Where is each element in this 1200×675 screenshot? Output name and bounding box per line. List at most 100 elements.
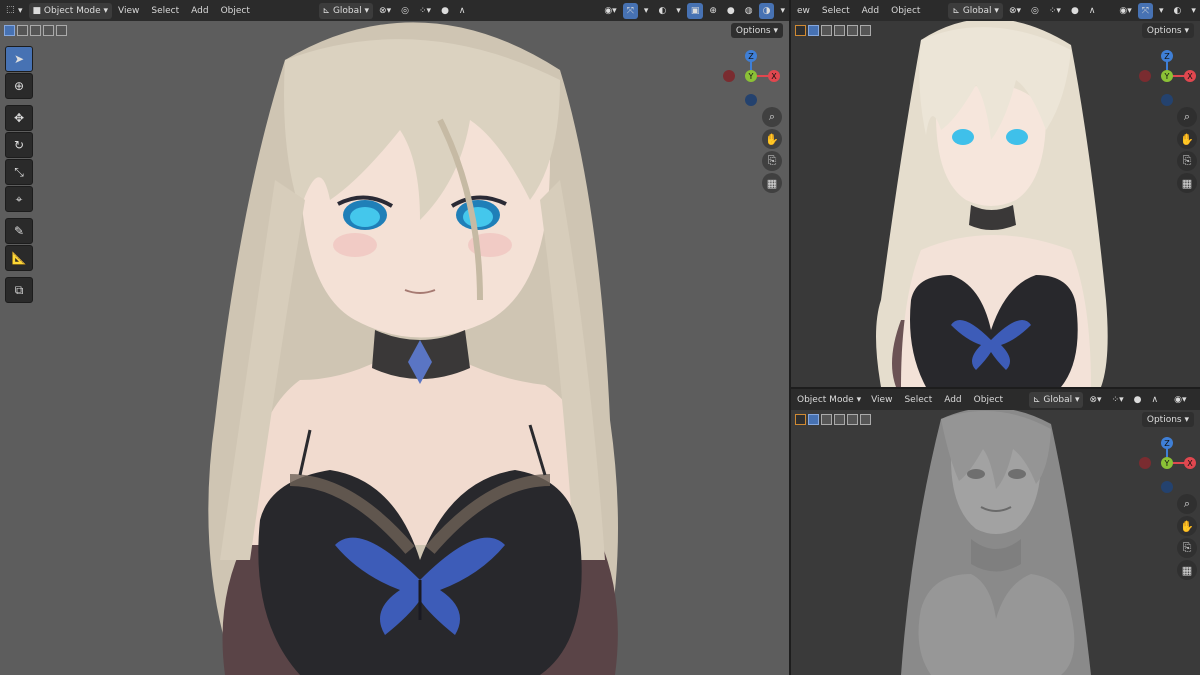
visibility-dropdown[interactable]: ◉ ▾ <box>1170 392 1190 408</box>
pivot-dropdown[interactable]: ⊗ ▾ <box>1085 392 1105 408</box>
zoom-button[interactable]: ⌕ <box>762 107 782 127</box>
falloff-dropdown[interactable]: ∧ <box>1085 3 1100 19</box>
gizmo-neg-x-axis[interactable] <box>1139 457 1151 469</box>
select-invert-icon[interactable] <box>43 24 54 36</box>
gizmo-dropdown[interactable]: ▾ <box>1155 3 1168 19</box>
gizmo-dropdown[interactable]: ▾ <box>640 3 653 19</box>
ortho-toggle-button[interactable]: ▦ <box>762 173 782 193</box>
options-dropdown[interactable]: Options ▾ <box>730 23 783 38</box>
proportional-edit-toggle[interactable]: ● <box>1130 392 1146 408</box>
ortho-toggle-button[interactable]: ▦ <box>1177 173 1197 193</box>
proportional-edit-toggle[interactable]: ● <box>437 3 453 19</box>
proportional-edit-toggle[interactable]: ● <box>1067 3 1083 19</box>
editor-type-dropdown[interactable]: ⬚ ▾ <box>2 3 27 19</box>
pan-button[interactable]: ✋ <box>762 129 782 149</box>
mode-dropdown[interactable]: ■ Object Mode ▾ <box>28 2 112 19</box>
select-new-icon[interactable] <box>808 24 819 36</box>
navigation-gizmo[interactable]: Z Y X <box>1136 48 1198 108</box>
menu-object[interactable]: Object <box>215 6 256 16</box>
shading-solid[interactable]: ● <box>723 3 739 19</box>
gizmo-toggle[interactable]: ⤧ <box>622 2 638 19</box>
select-subtract-icon[interactable] <box>834 24 845 36</box>
xray-toggle[interactable]: ▣ <box>686 2 704 19</box>
select-subtract-icon[interactable] <box>834 413 845 425</box>
overlay-dropdown[interactable]: ▾ <box>1187 3 1200 19</box>
mode-dropdown[interactable]: Object Mode ▾ <box>793 392 865 408</box>
select-new-icon[interactable] <box>808 413 819 425</box>
select-invert-icon[interactable] <box>847 413 858 425</box>
transform-tool[interactable]: ⌖ <box>5 186 33 212</box>
select-intersect-icon[interactable] <box>860 24 871 36</box>
top-right-viewport[interactable]: ew Select Add Object ⊾ Global ▾ ⊗ ▾ ◎ ⁘ … <box>791 0 1200 387</box>
gizmo-neg-x-axis[interactable] <box>723 70 735 82</box>
move-tool[interactable]: ✥ <box>5 105 33 131</box>
select-invert-icon[interactable] <box>847 24 858 36</box>
select-extend-icon[interactable] <box>821 413 832 425</box>
gizmo-neg-z-axis[interactable] <box>1161 94 1173 106</box>
camera-view-button[interactable]: ⎘ <box>1177 538 1197 558</box>
select-new-icon[interactable] <box>4 24 15 36</box>
select-box-tool[interactable]: ➤ <box>5 46 33 72</box>
annotate-tool[interactable]: ✎ <box>5 218 33 244</box>
zoom-button[interactable]: ⌕ <box>1177 494 1197 514</box>
menu-view[interactable]: View <box>112 6 145 16</box>
menu-select[interactable]: Select <box>898 395 938 405</box>
shading-rendered[interactable]: ◑ <box>758 2 775 19</box>
select-extend-icon[interactable] <box>17 24 28 36</box>
cursor-tool[interactable]: ⊕ <box>5 73 33 99</box>
options-dropdown[interactable]: Options ▾ <box>1141 412 1194 427</box>
gizmo-toggle[interactable]: ⤧ <box>1137 2 1153 19</box>
visibility-dropdown[interactable]: ◉ ▾ <box>1115 3 1135 19</box>
menu-add[interactable]: Add <box>938 395 967 405</box>
menu-add[interactable]: Add <box>856 6 885 16</box>
select-intersect-icon[interactable] <box>56 24 67 36</box>
shading-dropdown[interactable]: ▾ <box>776 3 789 19</box>
snap-target-dropdown[interactable]: ⁘ ▾ <box>415 3 435 19</box>
play-icon[interactable] <box>795 24 806 36</box>
menu-add[interactable]: Add <box>185 6 214 16</box>
camera-view-button[interactable]: ⎘ <box>762 151 782 171</box>
shading-wireframe[interactable]: ⊕ <box>705 3 721 19</box>
ortho-toggle-button[interactable]: ▦ <box>1177 560 1197 580</box>
menu-select[interactable]: Select <box>145 6 185 16</box>
shading-material[interactable]: ◍ <box>741 3 757 19</box>
snap-target-dropdown[interactable]: ⁘ ▾ <box>1045 3 1065 19</box>
menu-object[interactable]: Object <box>885 6 926 16</box>
select-subtract-icon[interactable] <box>30 24 41 36</box>
main-viewport[interactable]: ⬚ ▾ ■ Object Mode ▾ View Select Add Obje… <box>0 0 789 675</box>
menu-object[interactable]: Object <box>968 395 1009 405</box>
select-intersect-icon[interactable] <box>860 413 871 425</box>
falloff-dropdown[interactable]: ∧ <box>1148 392 1163 408</box>
play-icon[interactable] <box>795 413 806 425</box>
falloff-dropdown[interactable]: ∧ <box>455 3 470 19</box>
overlay-dropdown[interactable]: ▾ <box>672 3 685 19</box>
transform-orientation-dropdown[interactable]: ⊾ Global ▾ <box>948 2 1003 19</box>
pivot-dropdown[interactable]: ⊗ ▾ <box>1005 3 1025 19</box>
gizmo-neg-x-axis[interactable] <box>1139 70 1151 82</box>
add-cube-tool[interactable]: ⧉ <box>5 277 33 303</box>
visibility-dropdown[interactable]: ◉ ▾ <box>600 3 620 19</box>
camera-view-button[interactable]: ⎘ <box>1177 151 1197 171</box>
overlay-toggle[interactable]: ◐ <box>1170 3 1186 19</box>
select-extend-icon[interactable] <box>821 24 832 36</box>
transform-orientation-dropdown[interactable]: ⊾ Global ▾ <box>318 2 374 19</box>
snap-toggle[interactable]: ◎ <box>397 3 413 19</box>
menu-view[interactable]: View <box>865 395 898 405</box>
measure-tool[interactable]: 📐 <box>5 245 33 271</box>
rotate-tool[interactable]: ↻ <box>5 132 33 158</box>
bottom-right-viewport[interactable]: Object Mode ▾ View Select Add Object ⊾ G… <box>791 389 1200 675</box>
menu-view-truncated[interactable]: ew <box>791 6 816 16</box>
zoom-button[interactable]: ⌕ <box>1177 107 1197 127</box>
overlay-toggle[interactable]: ◐ <box>654 3 670 19</box>
transform-orientation-dropdown[interactable]: ⊾ Global ▾ <box>1028 391 1084 408</box>
menu-select[interactable]: Select <box>816 6 856 16</box>
options-dropdown[interactable]: Options ▾ <box>1141 23 1194 38</box>
navigation-gizmo[interactable]: Z Y X <box>1136 435 1198 495</box>
pan-button[interactable]: ✋ <box>1177 516 1197 536</box>
navigation-gizmo[interactable]: Z Y X <box>720 48 782 108</box>
snap-toggle[interactable]: ◎ <box>1027 3 1043 19</box>
snap-target-dropdown[interactable]: ⁘ ▾ <box>1108 392 1128 408</box>
gizmo-neg-z-axis[interactable] <box>745 94 757 106</box>
scale-tool[interactable]: ⤡ <box>5 159 33 185</box>
pan-button[interactable]: ✋ <box>1177 129 1197 149</box>
